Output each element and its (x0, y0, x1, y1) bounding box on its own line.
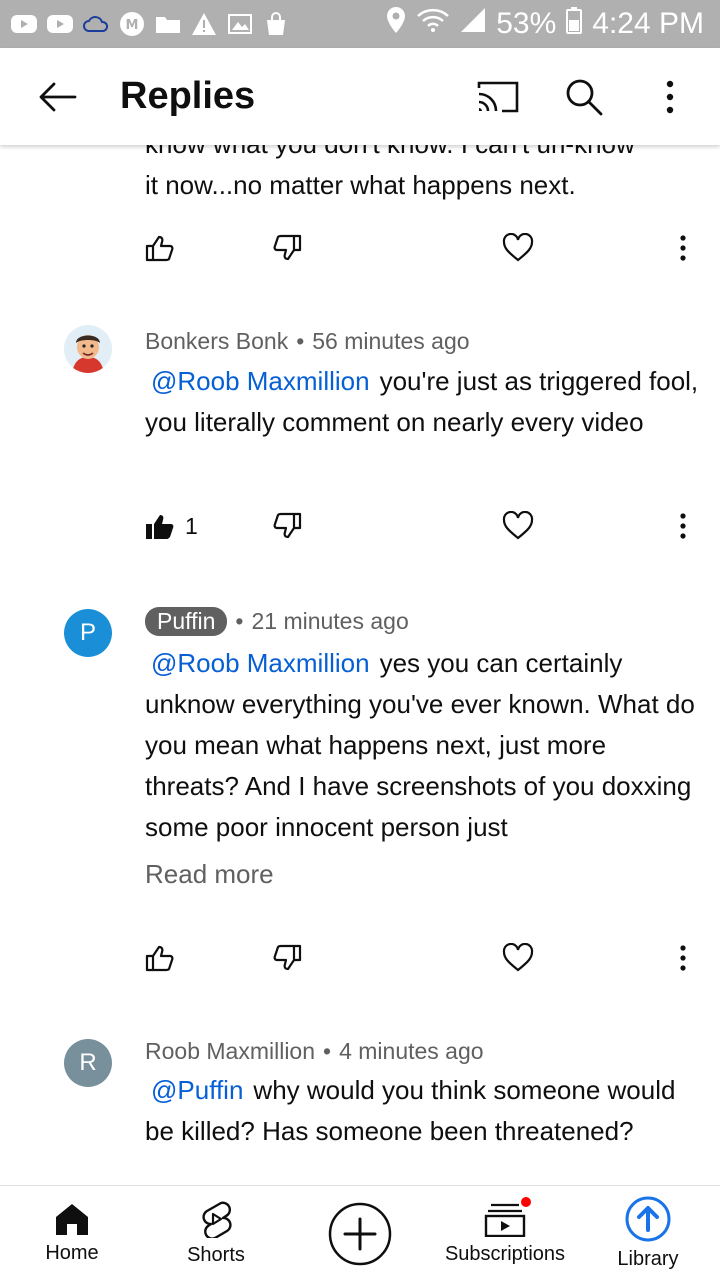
comment-body: @Puffin why would you think someone would… (145, 1070, 700, 1152)
nav-library[interactable]: Library (598, 1186, 698, 1280)
more-options-button[interactable] (642, 69, 698, 125)
nav-label: Subscriptions (444, 1243, 566, 1265)
like-count: 1 (185, 512, 198, 539)
comment-menu-button[interactable] (679, 933, 687, 983)
clock: 4:24 PM (592, 7, 704, 40)
cast-button[interactable] (470, 69, 526, 125)
heart-icon (502, 233, 534, 262)
signal-icon (460, 7, 486, 41)
page-title: Replies (120, 75, 256, 117)
shopping-bag-icon (262, 11, 290, 37)
comment-body: @Roob Maxmillion you're just as triggered… (145, 361, 700, 443)
battery-text: 53% (496, 7, 557, 40)
comment-time: 56 minutes ago (312, 328, 470, 354)
heart-button[interactable] (502, 933, 534, 983)
wifi-icon (416, 7, 450, 41)
dislike-button[interactable] (272, 933, 302, 983)
thumb-up-filled-icon (146, 515, 174, 539)
nav-subscriptions[interactable]: Subscriptions (438, 1186, 572, 1280)
read-more-link[interactable]: Read more (145, 859, 274, 890)
avatar[interactable]: P (64, 609, 112, 657)
nav-home[interactable]: Home (22, 1186, 122, 1280)
thumb-up-icon (145, 945, 174, 972)
heart-button[interactable] (502, 501, 534, 551)
back-arrow-icon (39, 82, 77, 111)
mention-link[interactable]: @Roob Maxmillion (151, 648, 370, 678)
more-vertical-icon (666, 80, 674, 113)
bottom-navigation: Home Shorts Subscriptions Library (0, 1185, 720, 1280)
location-icon (386, 6, 406, 42)
back-button[interactable] (28, 67, 88, 127)
comment-body: @Roob Maxmillion yes you can certainly un… (145, 643, 700, 848)
like-button[interactable]: 1 (145, 501, 198, 551)
comment-menu-button[interactable] (679, 501, 687, 551)
avatar-letter: R (79, 1049, 97, 1076)
more-vertical-icon (680, 945, 686, 971)
svg-text:M: M (126, 18, 139, 33)
like-button[interactable] (145, 223, 175, 273)
search-button[interactable] (556, 69, 612, 125)
nav-label: Library (617, 1248, 679, 1270)
youtube-icon (10, 11, 38, 37)
cloud-icon (82, 11, 110, 37)
dislike-button[interactable] (272, 223, 302, 273)
comment-meta: Roob Maxmillion • 4 minutes ago (145, 1038, 484, 1065)
more-vertical-icon (680, 235, 686, 261)
nav-shorts[interactable]: Shorts (166, 1186, 266, 1280)
search-icon (566, 79, 603, 115)
like-button[interactable] (145, 933, 175, 983)
avatar-letter: P (79, 619, 96, 646)
home-icon (56, 1204, 88, 1235)
thumb-down-icon (273, 944, 302, 971)
status-bar: M 53% 4:24 PM (0, 0, 720, 48)
comment-meta: Puffin • 21 minutes ago (145, 607, 409, 636)
medium-icon: M (118, 11, 146, 37)
dislike-button[interactable] (272, 501, 302, 551)
warning-icon (190, 11, 218, 37)
youtube-icon (46, 11, 74, 37)
mention-link[interactable]: @Puffin (151, 1075, 243, 1105)
comment-author[interactable]: Roob Maxmillion (145, 1038, 315, 1065)
heart-icon (502, 511, 534, 540)
cast-icon (477, 81, 519, 112)
more-vertical-icon (680, 513, 686, 539)
comment-time: 4 minutes ago (339, 1038, 484, 1064)
nav-create[interactable] (320, 1186, 400, 1280)
create-plus-icon (328, 1202, 392, 1265)
app-header: Replies (0, 48, 720, 145)
nav-label: Home (45, 1242, 99, 1264)
heart-icon (502, 943, 534, 972)
replies-list[interactable]: know what you don't know. I can't un-kno… (0, 145, 720, 1185)
thumb-up-icon (145, 235, 174, 262)
comment-author[interactable]: Bonkers Bonk (145, 328, 288, 355)
battery-icon (566, 6, 583, 42)
heart-button[interactable] (502, 223, 534, 273)
comment-author-chip[interactable]: Puffin (145, 607, 228, 636)
comment-time: 21 minutes ago (251, 608, 409, 634)
comment-menu-button[interactable] (679, 223, 687, 273)
thumb-down-icon (273, 234, 302, 261)
mention-link[interactable]: @Roob Maxmillion (151, 366, 370, 396)
comment-text: it now...no matter what happens next. (145, 170, 576, 200)
shorts-icon (202, 1201, 232, 1238)
comment-text: know what you don't know. I can't un-kno… (145, 145, 635, 165)
image-icon (226, 11, 254, 37)
notification-dot (519, 1195, 533, 1209)
library-icon (625, 1196, 671, 1242)
avatar[interactable]: R (64, 1039, 112, 1087)
thumb-down-icon (273, 512, 302, 539)
comment-meta: Bonkers Bonk • 56 minutes ago (145, 328, 470, 355)
nav-label: Shorts (187, 1244, 245, 1266)
folder-icon (154, 11, 182, 37)
avatar[interactable] (64, 325, 112, 373)
